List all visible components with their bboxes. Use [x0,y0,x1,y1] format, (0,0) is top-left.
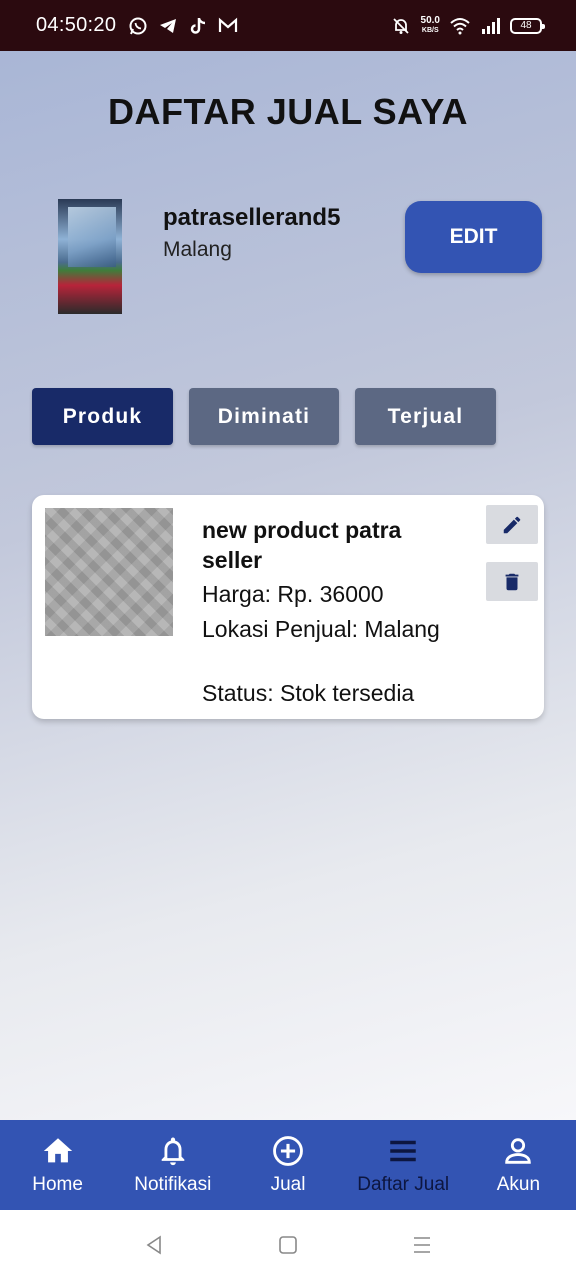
system-nav-bar [0,1210,576,1280]
seller-city: Malang [163,238,232,261]
telegram-icon [160,18,177,33]
product-status: Status: Stok tersedia [202,680,415,706]
network-speed: 50.0 KB/S [420,14,440,36]
bottom-nav: Home Notifikasi Jual Daftar Jual Akun [0,1120,576,1210]
status-bar: 04:50:20 50.0 KB/S 48 [0,0,576,51]
home-icon [43,1138,72,1163]
tab-bar: Produk Diminati Terjual [32,388,496,445]
plus-circle-icon [273,1136,303,1166]
tiktok-icon [191,17,206,34]
product-card[interactable]: new product patra seller Harga: Rp. 3600… [32,495,544,719]
wifi-icon [450,17,470,34]
nav-jual-label: Jual [270,1174,306,1195]
trash-icon [505,573,519,590]
bell-icon [161,1137,185,1166]
seller-name: patrasellerand5 [163,204,341,231]
seller-avatar [58,199,122,314]
edit-product-button[interactable] [486,505,538,544]
product-image [45,508,173,636]
delete-product-button[interactable] [486,562,538,601]
home-square-icon[interactable] [276,1233,300,1257]
product-name: new product patra seller [202,517,402,573]
page-title: DAFTAR JUAL SAYA [107,91,469,132]
nav-home[interactable]: Home [0,1120,115,1210]
tab-diminati[interactable]: Diminati [189,388,339,445]
menu-icon [390,1140,416,1162]
mute-bell-icon [392,17,409,34]
tab-produk[interactable]: Produk [32,388,173,445]
product-price: Harga: Rp. 36000 [202,581,384,607]
battery-icon: 48 [510,17,545,34]
nav-home-label: Home [32,1174,83,1195]
nav-akun[interactable]: Akun [461,1120,576,1210]
network-speed-unit: KB/S [421,26,439,34]
tab-terjual[interactable]: Terjual [355,388,496,445]
recents-icon[interactable] [410,1233,434,1257]
signal-icon [482,17,500,34]
pencil-icon [503,516,521,533]
whatsapp-icon [129,17,147,34]
status-time: 04:50:20 [36,14,117,36]
nav-akun-label: Akun [496,1174,541,1195]
notification-icons [128,16,238,36]
edit-profile-button[interactable]: EDIT [405,201,542,273]
nav-jual[interactable]: Jual [230,1120,345,1210]
nav-daftar-jual[interactable]: Daftar Jual [346,1120,461,1210]
product-location: Lokasi Penjual: Malang [202,616,440,642]
back-icon[interactable] [142,1233,166,1257]
nav-notifikasi[interactable]: Notifikasi [115,1120,230,1210]
main-content: DAFTAR JUAL SAYA patrasellerand5 Malang … [0,51,576,1120]
network-speed-value: 50.0 [420,14,440,26]
nav-daftar-jual-label: Daftar Jual [357,1174,450,1195]
gmail-icon [219,17,238,32]
nav-notifikasi-label: Notifikasi [134,1174,212,1195]
person-icon [505,1138,532,1164]
